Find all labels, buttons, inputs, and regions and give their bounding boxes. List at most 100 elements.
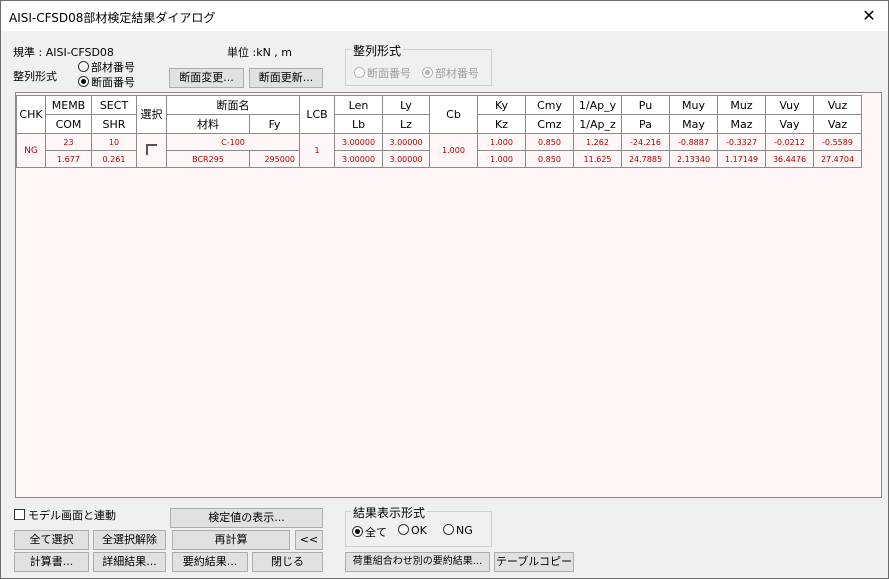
header-fy: Fy [249, 114, 300, 134]
header-ky: Ky [477, 95, 526, 115]
radio-selected-icon [78, 76, 89, 87]
radio-selected-icon [352, 526, 363, 537]
cell-cb: 1.000 [429, 133, 478, 168]
header-len: Len [334, 95, 383, 115]
header-vuy: Vuy [765, 95, 814, 115]
header-cb: Cb [429, 95, 478, 134]
header-sect: SECT [91, 95, 137, 115]
header-lcb: LCB [299, 95, 335, 134]
header-apy: 1/Ap_y [573, 95, 622, 115]
section-change-button[interactable]: 断面変更... [169, 68, 244, 88]
cell-cmz: 0.850 [525, 150, 574, 168]
sort-option-section-label: 断面番号 [91, 76, 135, 89]
cell-vaz: 27.4704 [813, 150, 862, 168]
cell-vuy: -0.0212 [765, 133, 814, 151]
select-checkbox[interactable] [136, 133, 167, 168]
radio-icon [443, 524, 454, 535]
cell-may: 2.13340 [669, 150, 718, 168]
unit-label: 単位 :kN , m [227, 46, 293, 59]
cell-muy: -0.8887 [669, 133, 718, 151]
cell-section-name: C-100 [166, 133, 300, 151]
close-button[interactable]: 閉じる [252, 552, 323, 572]
radio-icon [398, 524, 409, 535]
sort-option-member[interactable]: 部材番号 [78, 59, 135, 75]
filter-ok-option[interactable]: OK [398, 524, 427, 537]
header-apz: 1/Ap_z [573, 114, 622, 134]
summary-result-button[interactable]: 要約結果... [172, 552, 248, 572]
close-icon[interactable]: ✕ [858, 5, 880, 27]
load-combo-summary-button[interactable]: 荷重組合わせ別の要約結果... [345, 552, 490, 572]
header-section-name: 断面名 [166, 95, 300, 115]
header-ly: Ly [382, 95, 430, 115]
cell-maz: 1.17149 [717, 150, 766, 168]
link-model-checkbox[interactable]: モデル画面と連動 [14, 507, 116, 523]
header-material: 材料 [166, 114, 250, 134]
title-bar: AISI-CFSD08部材検定結果ダイアログ ✕ [1, 1, 888, 31]
cell-len: 3.00000 [334, 133, 383, 151]
header-vaz: Vaz [813, 114, 862, 134]
result-format-title: 結果表示形式 [351, 504, 428, 521]
cell-apz: 11.625 [573, 150, 622, 168]
sort-option-section[interactable]: 断面番号 [78, 74, 135, 90]
cell-kz: 1.000 [477, 150, 526, 168]
header-cmy: Cmy [525, 95, 574, 115]
filter-ng-label: NG [456, 524, 473, 537]
g2-option-section: 断面番号 [354, 65, 411, 81]
cell-sect: 10 [91, 133, 137, 151]
header-kz: Kz [477, 114, 526, 134]
cell-fy: 295000 [249, 150, 300, 168]
header-select: 選択 [136, 95, 167, 134]
header-may: May [669, 114, 718, 134]
calc-book-button[interactable]: 計算書... [14, 552, 89, 572]
checkbox-icon [14, 509, 25, 520]
header-vay: Vay [765, 114, 814, 134]
radio-selected-icon [422, 67, 433, 78]
cell-ky: 1.000 [477, 133, 526, 151]
header-maz: Maz [717, 114, 766, 134]
cell-pa: 24.7885 [621, 150, 670, 168]
cell-material: BCR295 [166, 150, 250, 168]
header-lb: Lb [334, 114, 383, 134]
section-update-button[interactable]: 断面更新... [249, 68, 323, 88]
sort-group-title: 整列形式 [351, 42, 404, 59]
cell-lz: 3.00000 [382, 150, 430, 168]
cell-com: 1.677 [45, 150, 92, 168]
cell-lcb: 1 [299, 133, 335, 168]
window-title: AISI-CFSD08部材検定結果ダイアログ [9, 11, 216, 25]
select-all-button[interactable]: 全て選択 [14, 530, 89, 550]
cell-muz: -0.3327 [717, 133, 766, 151]
recalculate-button[interactable]: 再計算 [172, 530, 290, 550]
show-check-values-button[interactable]: 検定値の表示... [170, 508, 323, 528]
g2-option-member: 部材番号 [422, 65, 479, 81]
detail-result-button[interactable]: 詳細結果... [93, 552, 166, 572]
sort-label: 整列形式 [13, 70, 57, 83]
collapse-button[interactable]: << [295, 530, 323, 550]
radio-icon [354, 67, 365, 78]
g2-option-member-label: 部材番号 [435, 67, 479, 80]
header-muy: Muy [669, 95, 718, 115]
cell-ly: 3.00000 [382, 133, 430, 151]
cell-lb: 3.00000 [334, 150, 383, 168]
cell-memb: 23 [45, 133, 92, 151]
header-cmz: Cmz [525, 114, 574, 134]
result-table: CHK MEMB SECT 選択 断面名 LCB Len Ly Cb Ky Cm… [16, 95, 862, 168]
cell-vay: 36.4476 [765, 150, 814, 168]
result-grid[interactable]: CHK MEMB SECT 選択 断面名 LCB Len Ly Cb Ky Cm… [15, 92, 882, 498]
radio-icon [78, 61, 89, 72]
cell-shr: 0.261 [91, 150, 137, 168]
filter-ng-option[interactable]: NG [443, 524, 473, 537]
filter-all-option[interactable]: 全て [352, 524, 387, 540]
table-copy-button[interactable]: テーブルコピー [494, 552, 574, 572]
deselect-all-button[interactable]: 全選択解除 [93, 530, 166, 550]
cell-vuz: -0.5589 [813, 133, 862, 151]
header-pu: Pu [621, 95, 670, 115]
header-vuz: Vuz [813, 95, 862, 115]
standard-label: 規準 : AISI-CFSD08 [13, 46, 114, 59]
cell-chk: NG [16, 133, 46, 168]
header-shr: SHR [91, 114, 137, 134]
filter-all-label: 全て [365, 526, 387, 539]
link-model-label: モデル画面と連動 [28, 509, 116, 522]
table-row[interactable]: NG 23 10 C-100 1 3.00000 3.00000 1.000 1… [16, 133, 862, 168]
header-muz: Muz [717, 95, 766, 115]
cell-cmy: 0.850 [525, 133, 574, 151]
